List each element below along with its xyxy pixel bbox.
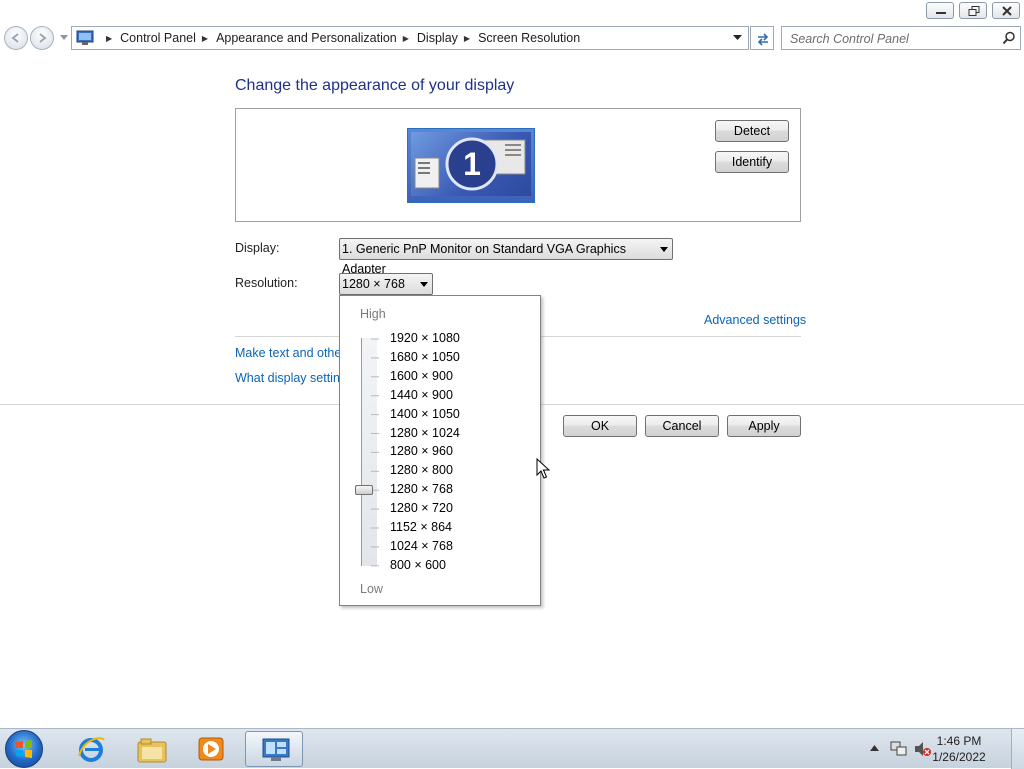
resolution-option[interactable]: 1280 × 1024 bbox=[390, 426, 460, 440]
caption-buttons bbox=[921, 2, 1020, 19]
taskbar-control-panel[interactable] bbox=[245, 731, 303, 767]
taskbar: 1:46 PM 1/26/2022 bbox=[0, 728, 1024, 769]
page-title: Change the appearance of your display bbox=[235, 77, 515, 94]
search-icon[interactable] bbox=[1002, 31, 1016, 45]
breadcrumb-display[interactable]: Display bbox=[417, 31, 458, 45]
display-settings-help-link[interactable]: What display setting bbox=[235, 371, 347, 385]
show-hidden-icons-icon[interactable] bbox=[870, 745, 879, 751]
text-size-link[interactable]: Make text and other bbox=[235, 346, 345, 360]
navigation-bar: ▶ Control Panel ▶ Appearance and Persona… bbox=[0, 24, 1024, 52]
resolution-option[interactable]: 1400 × 1050 bbox=[390, 407, 460, 421]
advanced-settings-link[interactable]: Advanced settings bbox=[704, 313, 806, 327]
forward-button[interactable] bbox=[30, 26, 54, 50]
display-label: Display: bbox=[235, 241, 280, 255]
resolution-option[interactable]: 1280 × 720 bbox=[390, 501, 453, 515]
back-button[interactable] bbox=[4, 26, 28, 50]
resolution-option[interactable]: 800 × 600 bbox=[390, 558, 446, 572]
apply-button[interactable]: Apply bbox=[727, 415, 801, 437]
control-panel-icon bbox=[76, 30, 94, 45]
breadcrumb-separator-icon[interactable]: ▶ bbox=[202, 34, 208, 43]
display-preview-panel: 1 Detect Identify bbox=[235, 108, 801, 222]
forward-arrow-icon bbox=[39, 33, 47, 43]
taskbar-file-explorer[interactable] bbox=[122, 731, 180, 767]
refresh-icon bbox=[757, 33, 769, 46]
breadcrumb-separator-icon: ▶ bbox=[106, 33, 113, 43]
clock-time: 1:46 PM bbox=[936, 734, 982, 748]
slider-ticks bbox=[371, 338, 379, 567]
restore-button[interactable] bbox=[959, 2, 987, 19]
address-bar[interactable]: ▶ Control Panel ▶ Appearance and Persona… bbox=[71, 26, 749, 50]
ok-button[interactable]: OK bbox=[563, 415, 637, 437]
breadcrumb: ▶ Control Panel ▶ Appearance and Persona… bbox=[100, 31, 580, 45]
show-desktop-button[interactable] bbox=[1011, 729, 1024, 769]
taskbar-clock[interactable]: 1:46 PM 1/26/2022 bbox=[924, 733, 994, 765]
chevron-down-icon bbox=[420, 282, 428, 287]
resolution-dropdown: High 1920 × 1080 1680 × 1050 1600 × 900 … bbox=[339, 295, 541, 606]
close-button[interactable] bbox=[992, 2, 1020, 19]
cancel-button[interactable]: Cancel bbox=[645, 415, 719, 437]
resolution-option[interactable]: 1280 × 960 bbox=[390, 444, 453, 458]
display-select-value: 1. Generic PnP Monitor on Standard VGA G… bbox=[342, 242, 626, 276]
breadcrumb-screen-resolution[interactable]: Screen Resolution bbox=[478, 31, 580, 45]
resolution-slider-thumb[interactable] bbox=[355, 485, 373, 496]
monitor-number-badge: 1 bbox=[414, 137, 526, 191]
breadcrumb-separator-icon[interactable]: ▶ bbox=[464, 34, 470, 43]
close-icon bbox=[1002, 6, 1012, 16]
network-icon[interactable] bbox=[890, 741, 908, 757]
resolution-select-value: 1280 × 768 bbox=[342, 277, 405, 291]
title-bar bbox=[0, 0, 1024, 22]
monitor-screen: 1 bbox=[411, 132, 531, 196]
slider-high-label: High bbox=[360, 307, 386, 321]
resolution-label: Resolution: bbox=[235, 276, 298, 290]
slider-low-label: Low bbox=[360, 582, 383, 596]
minimize-icon bbox=[936, 12, 946, 14]
back-arrow-icon bbox=[11, 33, 19, 43]
monitor-1-thumbnail[interactable]: 1 bbox=[407, 128, 535, 203]
recent-pages-dropdown-icon[interactable] bbox=[60, 35, 68, 41]
search-input[interactable] bbox=[788, 30, 992, 48]
mouse-cursor-icon bbox=[536, 458, 550, 479]
minimize-button[interactable] bbox=[926, 2, 954, 19]
breadcrumb-appearance[interactable]: Appearance and Personalization bbox=[216, 31, 397, 45]
start-button[interactable] bbox=[5, 730, 43, 768]
breadcrumb-control-panel[interactable]: Control Panel bbox=[120, 31, 196, 45]
internet-explorer-icon bbox=[78, 737, 105, 762]
resolution-option[interactable]: 1600 × 900 bbox=[390, 369, 453, 383]
resolution-option-selected[interactable]: 1280 × 768 bbox=[390, 482, 453, 496]
taskbar-media-player[interactable] bbox=[182, 731, 240, 767]
monitor-number: 1 bbox=[463, 146, 481, 182]
clock-date: 1/26/2022 bbox=[932, 750, 986, 764]
refresh-button[interactable] bbox=[750, 26, 774, 50]
identify-button[interactable]: Identify bbox=[715, 151, 789, 173]
windows-logo-icon bbox=[16, 740, 32, 758]
control-panel-icon bbox=[262, 738, 290, 761]
media-player-icon bbox=[198, 737, 224, 761]
taskbar-internet-explorer[interactable] bbox=[62, 731, 120, 767]
restore-icon bbox=[968, 6, 980, 16]
breadcrumb-separator-icon[interactable]: ▶ bbox=[403, 34, 409, 43]
resolution-option[interactable]: 1152 × 864 bbox=[390, 520, 452, 534]
search-box[interactable] bbox=[781, 26, 1021, 50]
address-dropdown-icon[interactable] bbox=[733, 35, 742, 41]
resolution-option[interactable]: 1280 × 800 bbox=[390, 463, 453, 477]
detect-button[interactable]: Detect bbox=[715, 120, 789, 142]
resolution-option[interactable]: 1680 × 1050 bbox=[390, 350, 460, 364]
chevron-down-icon bbox=[660, 247, 668, 252]
resolution-option[interactable]: 1024 × 768 bbox=[390, 539, 453, 553]
resolution-option[interactable]: 1920 × 1080 bbox=[390, 331, 460, 345]
resolution-select[interactable]: 1280 × 768 bbox=[339, 273, 433, 295]
display-select[interactable]: 1. Generic PnP Monitor on Standard VGA G… bbox=[339, 238, 673, 276]
resolution-option[interactable]: 1440 × 900 bbox=[390, 388, 453, 402]
file-explorer-icon bbox=[137, 738, 167, 763]
